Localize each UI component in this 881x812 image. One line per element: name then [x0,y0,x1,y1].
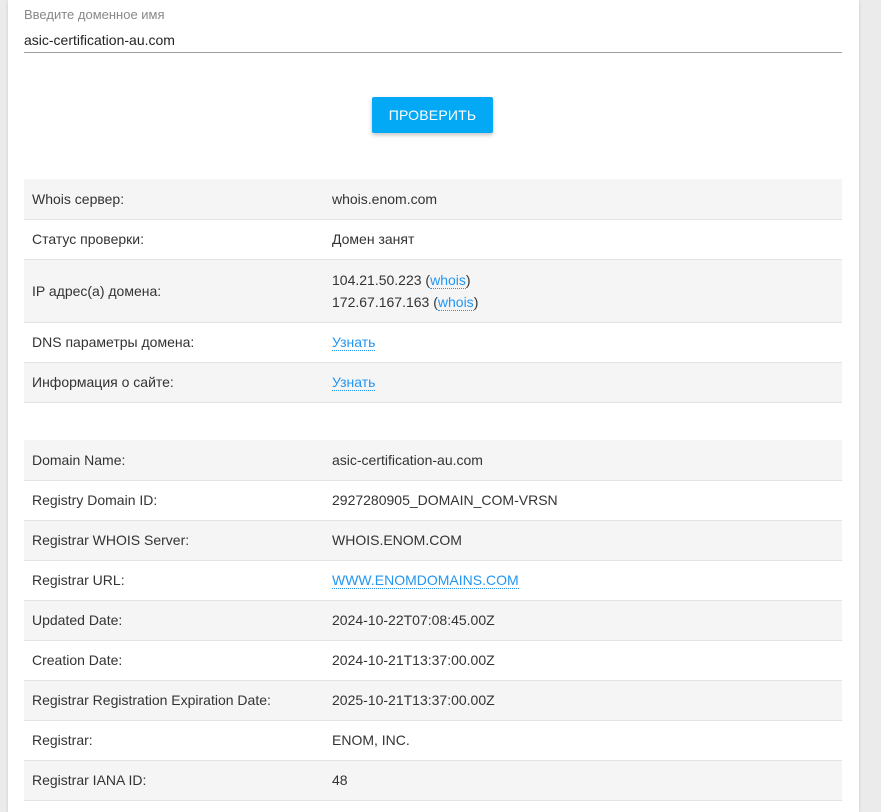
domain-field-label: Введите доменное имя [24,7,165,22]
row-value: 2024-10-22T07:08:45.00Z [324,600,842,641]
row-label: Registrar IANA ID: [24,760,324,801]
row-label: Registrar WHOIS Server: [24,520,324,561]
whois-server-value: whois.enom.com [324,179,842,220]
row-label: Updated Date: [24,600,324,641]
domain-input[interactable] [24,28,842,53]
site-info-link[interactable]: Узнать [332,374,376,391]
row-value: 48 [324,760,842,801]
table-row: Registrar WHOIS Server: WHOIS.ENOM.COM [24,520,842,561]
ip-whois-link[interactable]: whois [437,293,474,311]
site-info-label: Информация о сайте: [24,362,324,403]
table-row: Статус проверки: Домен занят [24,219,842,260]
ip-label: IP адрес(а) домена: [24,259,324,323]
registrar-url-link[interactable]: WWW.ENOMDOMAINS.COM [332,572,519,589]
dns-label: DNS параметры домена: [24,322,324,363]
table-row: Registry Domain ID: 2927280905_DOMAIN_CO… [24,480,842,521]
row-value: 2024-10-21T13:37:00.00Z [324,640,842,681]
status-label: Статус проверки: [24,219,324,260]
row-label: Domain Name: [24,440,324,481]
ip-address: 104.21.50.223 [332,271,422,288]
row-label: Registrar Registration Expiration Date: [24,680,324,721]
table-row: Registrar: ENOM, INC. [24,720,842,761]
ip-address: 172.67.167.163 [332,293,430,310]
row-value: 2025-10-21T13:37:00.00Z [324,680,842,721]
table-row: Creation Date: 2024-10-21T13:37:00.00Z [24,640,842,681]
dns-link[interactable]: Узнать [332,334,376,351]
site-info-value: Узнать [324,362,842,403]
table-row: Registrar URL: WWW.ENOMDOMAINS.COM [24,560,842,601]
row-label: Creation Date: [24,640,324,681]
table-row: DNS параметры домена: Узнать [24,322,842,363]
whois-record-table: Domain Name: asic-certification-au.com R… [24,440,842,801]
ip-whois-link[interactable]: whois [430,271,466,289]
row-label: Registrar URL: [24,560,324,601]
row-label: Registry Domain ID: [24,480,324,521]
whois-card: Введите доменное имя ПРОВЕРИТЬ Whois сер… [8,0,859,812]
table-row: Updated Date: 2024-10-22T07:08:45.00Z [24,600,842,641]
row-value: ENOM, INC. [324,720,842,761]
row-value: WWW.ENOMDOMAINS.COM [324,560,842,601]
whois-server-label: Whois сервер: [24,179,324,220]
dns-value: Узнать [324,322,842,363]
table-row: Whois сервер: whois.enom.com [24,179,842,220]
check-button[interactable]: ПРОВЕРИТЬ [372,97,493,133]
table-row: Registrar Registration Expiration Date: … [24,680,842,721]
row-value: 2927280905_DOMAIN_COM-VRSN [324,480,842,521]
table-row: IP адрес(а) домена: 104.21.50.223 (whois… [24,259,842,323]
table-row: Domain Name: asic-certification-au.com [24,440,842,481]
ip-line: 172.67.167.163 (whois) [332,293,479,311]
check-results-table: Whois сервер: whois.enom.com Статус пров… [24,179,842,403]
table-row: Registrar IANA ID: 48 [24,760,842,801]
row-value: asic-certification-au.com [324,440,842,481]
ip-value: 104.21.50.223 (whois) 172.67.167.163 (wh… [324,259,842,323]
row-value: WHOIS.ENOM.COM [324,520,842,561]
row-label: Registrar: [24,720,324,761]
ip-line: 104.21.50.223 (whois) [332,271,471,289]
table-row: Информация о сайте: Узнать [24,362,842,403]
status-value: Домен занят [324,219,842,260]
